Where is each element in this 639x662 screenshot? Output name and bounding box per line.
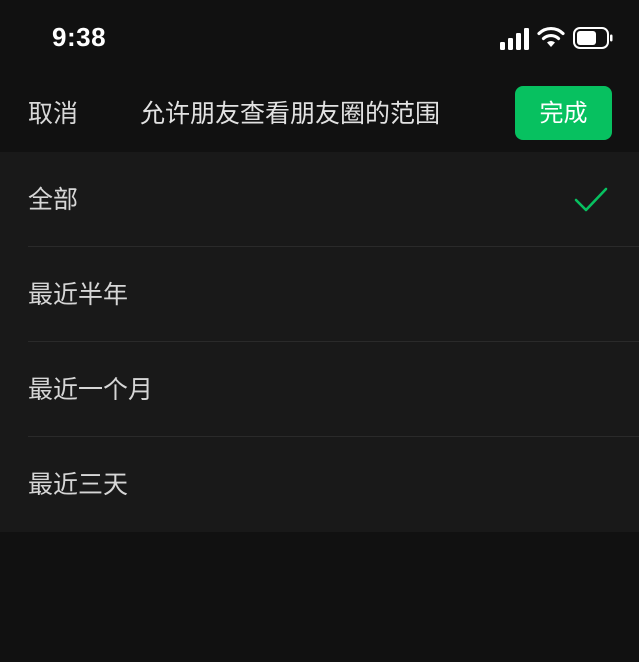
option-label: 最近半年 [28,280,129,309]
option-label: 全部 [28,185,79,214]
cellular-signal-icon [500,28,529,50]
wifi-icon [537,26,565,47]
status-bar: 9:38 [0,0,639,78]
page-title: 允许朋友查看朋友圈的范围 [140,99,441,128]
option-label: 最近一个月 [28,375,154,404]
battery-icon [573,27,613,49]
visibility-option-list: 全部 最近半年 最近一个月 最近三天 [0,152,639,532]
option-item-half-year[interactable]: 最近半年 [0,247,639,342]
option-item-all[interactable]: 全部 [0,152,639,247]
checkmark-icon [574,187,608,212]
nav-bar: 取消 允许朋友查看朋友圈的范围 完成 [0,78,639,150]
option-item-one-month[interactable]: 最近一个月 [0,342,639,437]
status-time: 9:38 [52,22,107,52]
cancel-button[interactable]: 取消 [28,96,78,132]
option-label: 最近三天 [28,470,129,499]
option-item-three-days[interactable]: 最近三天 [0,437,639,532]
done-button[interactable]: 完成 [515,86,612,140]
